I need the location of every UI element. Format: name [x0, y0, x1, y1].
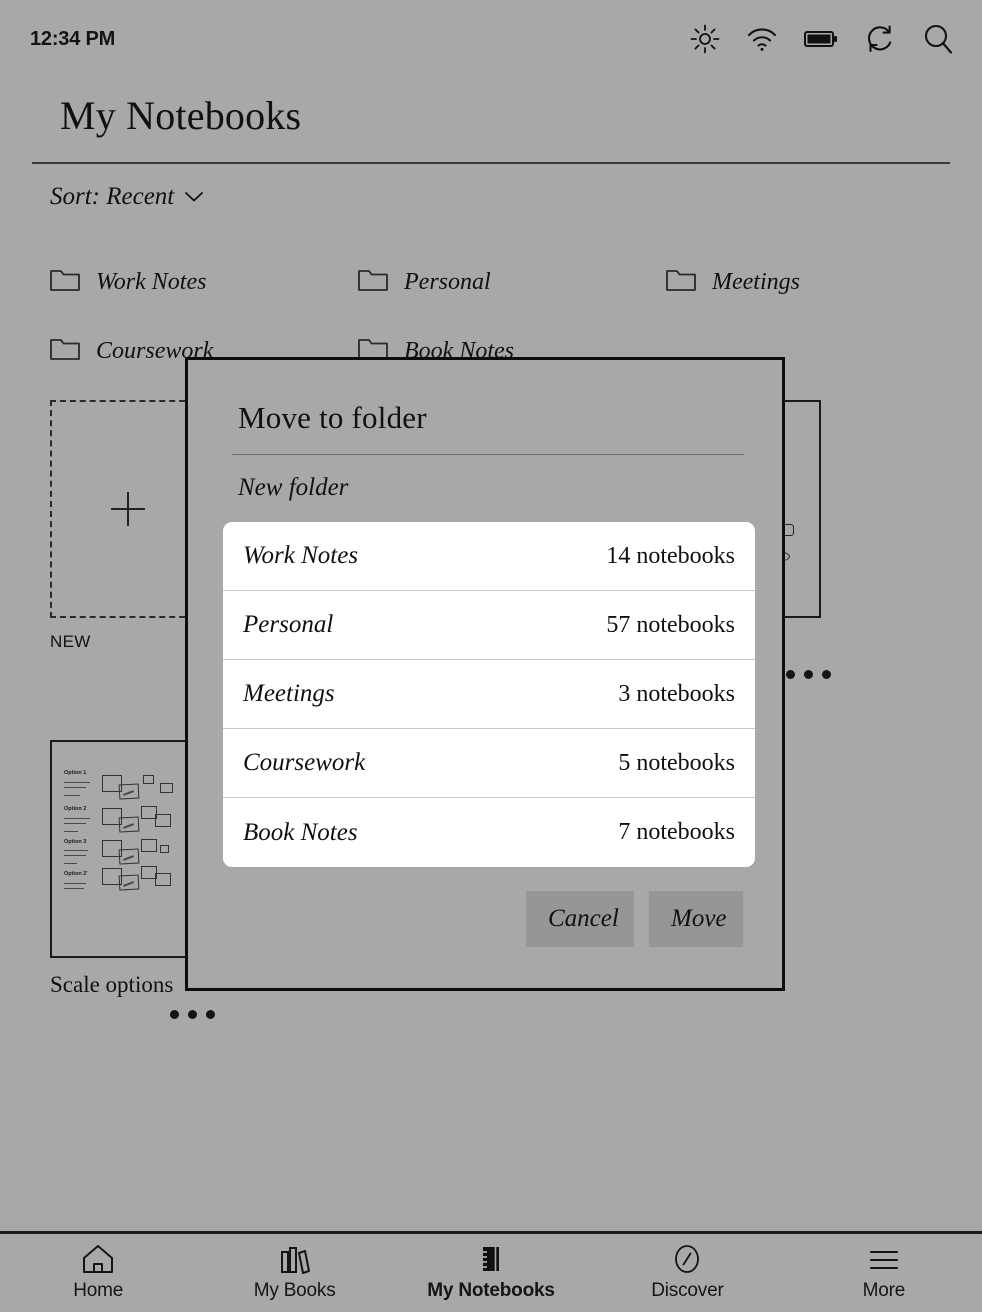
folder-list-item-coursework[interactable]: Coursework 5 notebooks: [223, 729, 755, 798]
dialog-actions: Cancel Move: [526, 891, 743, 947]
folder-list-item-count: 3 notebooks: [618, 680, 735, 707]
books-icon: [278, 1244, 312, 1274]
nav-item-discover[interactable]: Discover: [589, 1234, 785, 1312]
folder-list-item-count: 14 notebooks: [606, 542, 735, 569]
hamburger-icon: [867, 1244, 901, 1274]
folder-list-item-count: 57 notebooks: [606, 611, 735, 638]
dialog-title: Move to folder: [238, 400, 427, 435]
nav-item-label: My Books: [253, 1280, 336, 1301]
notebook-icon: [474, 1244, 508, 1274]
compass-icon: [670, 1244, 704, 1274]
folder-list-item-count: 5 notebooks: [618, 749, 735, 776]
folder-list-item-personal[interactable]: Personal 57 notebooks: [223, 591, 755, 660]
folder-list-item-work-notes[interactable]: Work Notes 14 notebooks: [223, 522, 755, 591]
bottom-nav: Home My Books My Notebooks Discover More: [0, 1234, 982, 1312]
folder-list-item-meetings[interactable]: Meetings 3 notebooks: [223, 660, 755, 729]
nav-item-more[interactable]: More: [786, 1234, 982, 1312]
folder-list-item-name: Personal: [243, 611, 334, 638]
dialog-title-divider: [232, 454, 744, 455]
move-button[interactable]: Move: [649, 891, 743, 947]
nav-item-home[interactable]: Home: [0, 1234, 196, 1312]
nav-item-label: Home: [73, 1280, 124, 1301]
folder-list-item-name: Coursework: [243, 749, 366, 776]
nav-item-my-notebooks[interactable]: My Notebooks: [393, 1234, 589, 1312]
home-icon: [81, 1244, 115, 1274]
nav-item-label: My Notebooks: [427, 1280, 555, 1301]
move-to-folder-dialog: Move to folder New folder Work Notes 14 …: [185, 357, 785, 991]
folder-list-item-name: Meetings: [243, 680, 335, 707]
nav-item-label: More: [862, 1280, 906, 1301]
nav-item-label: Discover: [651, 1280, 724, 1301]
folder-list-item-name: Work Notes: [243, 542, 359, 569]
nav-item-my-books[interactable]: My Books: [196, 1234, 392, 1312]
folder-list-item-count: 7 notebooks: [618, 819, 735, 845]
folder-list: Work Notes 14 notebooks Personal 57 note…: [223, 522, 755, 867]
cancel-button[interactable]: Cancel: [526, 891, 634, 947]
folder-list-item-name: Book Notes: [243, 818, 358, 846]
new-folder-button[interactable]: New folder: [238, 474, 348, 502]
folder-list-item-book-notes[interactable]: Book Notes 7 notebooks: [223, 798, 755, 867]
